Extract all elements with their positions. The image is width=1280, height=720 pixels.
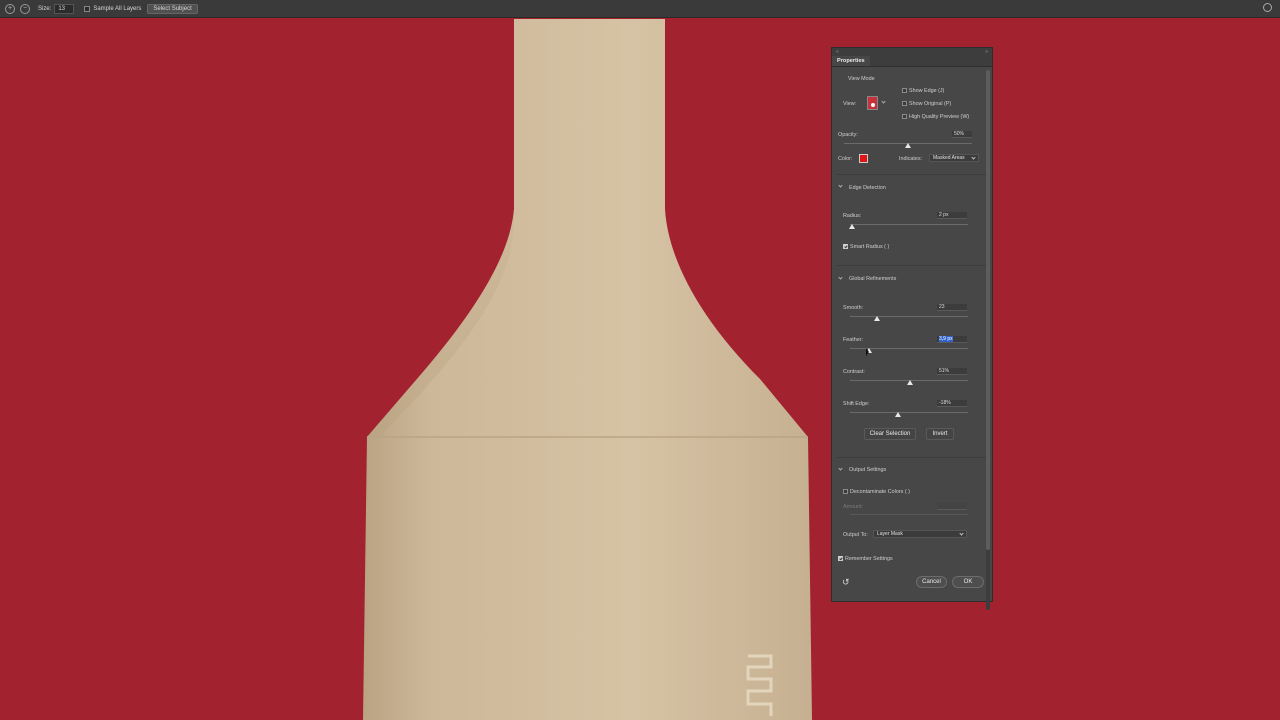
indicates-dropdown[interactable]: Masked Areas (929, 154, 979, 162)
smart-radius-checkbox[interactable] (843, 244, 848, 249)
contrast-slider-thumb[interactable] (907, 380, 914, 385)
opacity-value[interactable]: 50% (952, 131, 972, 138)
document-canvas[interactable] (0, 19, 1280, 720)
amount-value-field (937, 503, 967, 510)
chevron-down-icon[interactable] (881, 99, 886, 104)
show-original-checkbox[interactable] (902, 101, 907, 106)
radius-slider-track[interactable] (850, 224, 968, 225)
global-refinements-chevron-icon[interactable] (838, 275, 843, 280)
smart-radius-label: Smart Radius ( ) (850, 244, 890, 250)
feather-value-field[interactable]: 3,9 px (937, 336, 967, 343)
add-brush-icon[interactable]: + (5, 3, 15, 14)
divider (836, 265, 986, 266)
indicates-label: Indicates: (899, 156, 923, 162)
remember-settings-checkbox[interactable] (838, 556, 843, 561)
subtract-brush-icon[interactable]: − (20, 3, 30, 14)
search-icon[interactable] (1263, 3, 1272, 12)
reset-icon[interactable]: ↺ (842, 577, 850, 588)
radius-slider-thumb[interactable] (849, 224, 856, 229)
output-settings-chevron-icon[interactable] (838, 466, 843, 471)
global-refinements-heading[interactable]: Global Refinements (849, 276, 896, 282)
feather-label: Feather: (843, 337, 864, 343)
size-value: 13 (58, 5, 66, 12)
properties-panel: « » Properties View Mode View: Show Edge… (831, 47, 993, 610)
shift-edge-slider-track[interactable] (850, 412, 968, 413)
panel-tabs: Properties (832, 56, 992, 67)
shift-edge-label: Shift Edge: (843, 401, 870, 407)
select-subject-button[interactable]: Select Subject (147, 3, 198, 14)
radius-value[interactable]: 2 px (937, 212, 967, 219)
vase-image (363, 19, 812, 720)
output-settings-heading[interactable]: Output Settings (849, 467, 886, 473)
ok-button[interactable]: OK (952, 576, 984, 588)
cancel-button[interactable]: Cancel (916, 576, 947, 588)
radius-label: Radius: (843, 213, 862, 219)
color-label: Color: (838, 156, 853, 162)
panel-scrollbar[interactable] (986, 70, 990, 610)
view-label: View: (843, 101, 857, 107)
shift-edge-value[interactable]: -18% (937, 400, 967, 407)
smooth-slider-thumb[interactable] (874, 316, 881, 321)
divider (836, 457, 986, 458)
smooth-label: Smooth: (843, 305, 864, 311)
contrast-label: Contrast: (843, 369, 865, 375)
opacity-slider-thumb[interactable] (905, 143, 911, 148)
smooth-value[interactable]: 23 (937, 304, 967, 311)
tab-properties[interactable]: Properties (832, 56, 870, 66)
panel-titlebar[interactable]: « » (832, 48, 992, 56)
decontaminate-colors-label: Decontaminate Colors ( ) (850, 489, 910, 495)
amount-label: Amount: (843, 504, 864, 510)
sample-all-layers-label: Sample All Layers (93, 5, 142, 12)
smooth-slider-track[interactable] (850, 316, 968, 317)
options-bar: + − Size: 13 Sample All Layers Select Su… (0, 0, 1280, 18)
decontaminate-colors-checkbox[interactable] (843, 489, 848, 494)
close-icon[interactable]: » (985, 49, 988, 55)
sample-all-layers-checkbox[interactable] (84, 5, 91, 12)
output-to-dropdown[interactable]: Layer Mask (873, 530, 967, 538)
show-original-label: Show Original (P) (909, 101, 952, 107)
view-mode-thumbnail[interactable] (867, 96, 878, 110)
opacity-label: Opacity: (838, 132, 858, 138)
show-edge-label: Show Edge (J) (909, 88, 945, 94)
size-input[interactable]: 13 (54, 3, 75, 14)
mouse-cursor (866, 348, 869, 356)
feather-value: 3,9 px (939, 336, 953, 342)
collapse-chevron-icon[interactable]: « (836, 49, 839, 55)
view-mode-heading: View Mode (848, 76, 875, 82)
high-quality-preview-checkbox[interactable] (902, 114, 907, 119)
amount-slider-track (850, 514, 968, 515)
clear-selection-button[interactable]: Clear Selection (864, 428, 916, 440)
output-to-label: Output To: (843, 532, 868, 538)
edge-detection-heading[interactable]: Edge Detection (849, 185, 886, 191)
scrollbar-thumb[interactable] (986, 70, 990, 550)
edge-detection-chevron-icon[interactable] (838, 183, 843, 188)
show-edge-checkbox[interactable] (902, 88, 907, 93)
remember-settings-label: Remember Settings (845, 556, 893, 562)
color-swatch[interactable] (859, 154, 868, 163)
contrast-value[interactable]: 51% (937, 368, 967, 375)
shift-edge-slider-thumb[interactable] (895, 412, 902, 417)
divider (836, 174, 986, 175)
high-quality-preview-label: High Quality Preview (W) (909, 114, 970, 120)
invert-button[interactable]: Invert (926, 428, 954, 440)
size-label: Size: (38, 5, 52, 12)
